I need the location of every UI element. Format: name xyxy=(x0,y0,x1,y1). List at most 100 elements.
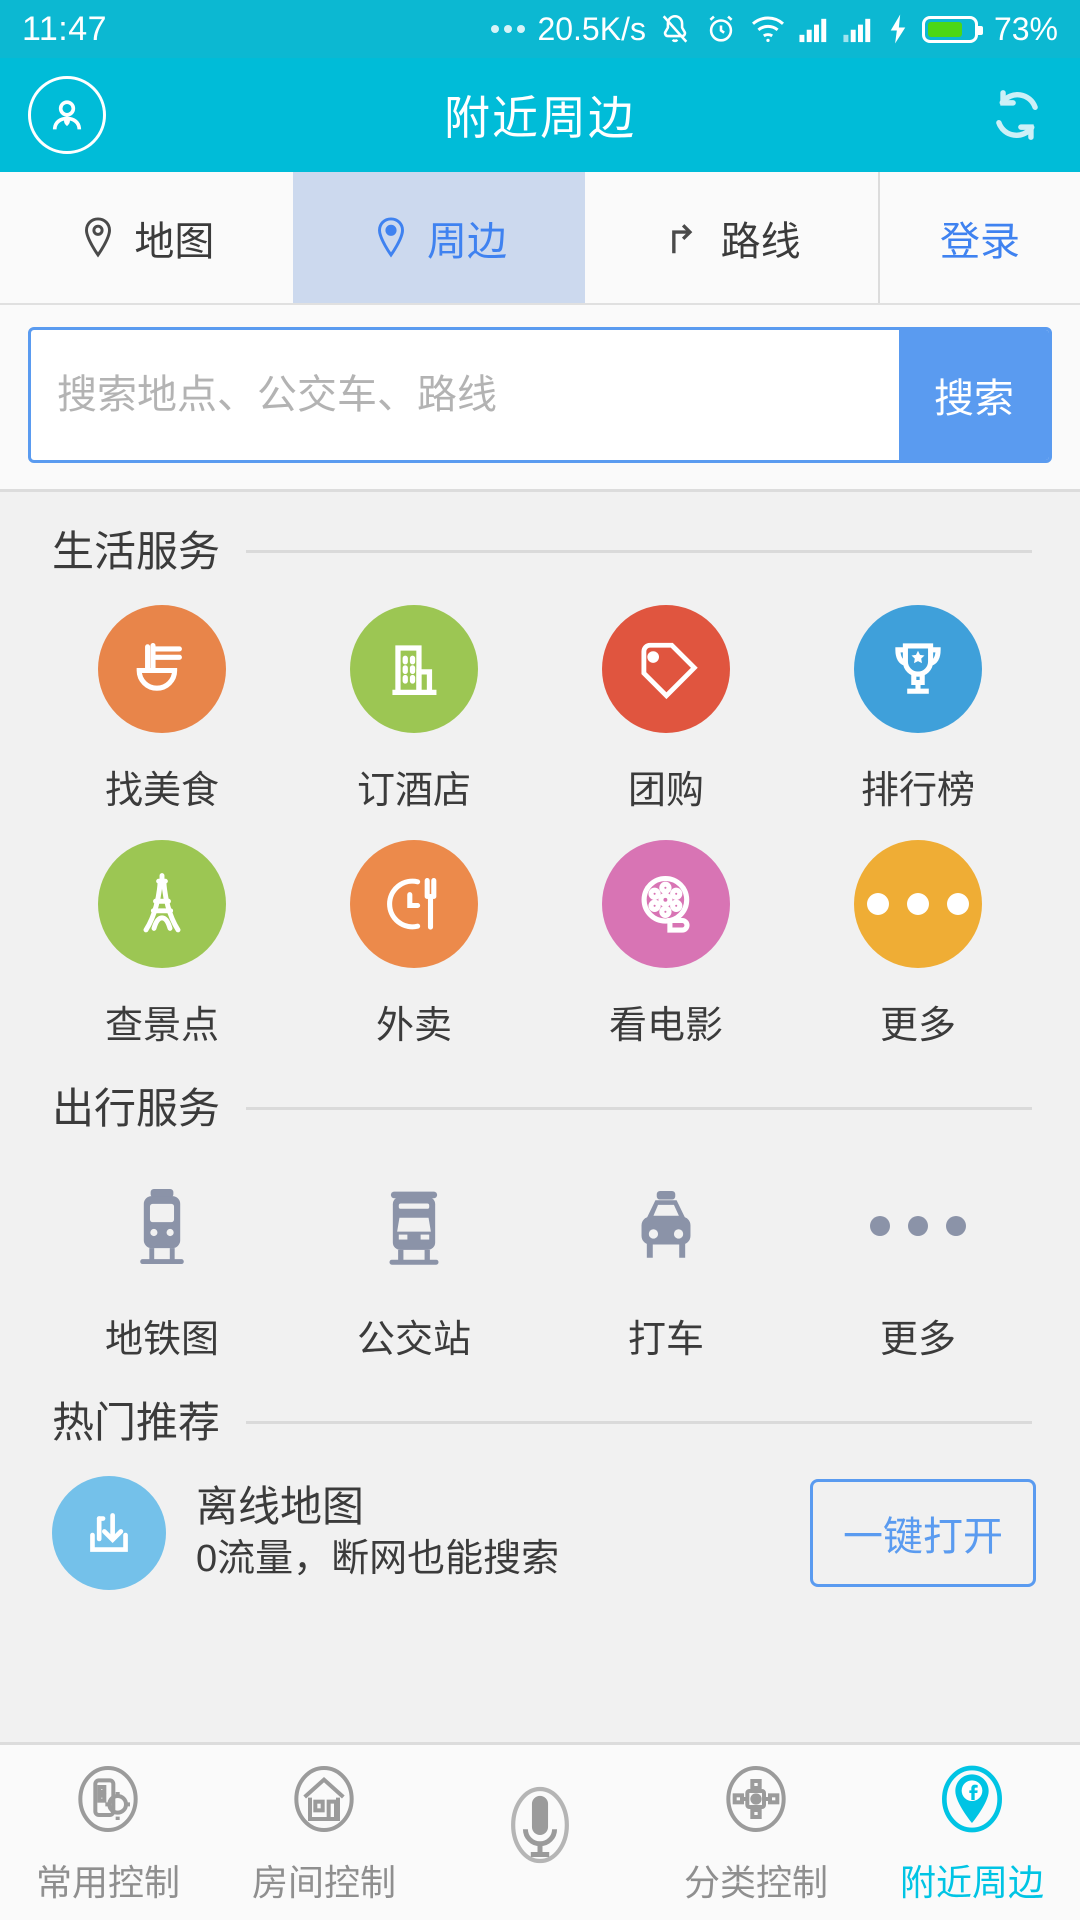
taxi-car-icon xyxy=(622,1162,710,1290)
noodle-bowl-icon xyxy=(98,605,226,733)
nav-item-common-control[interactable]: 常用控制 xyxy=(0,1759,216,1906)
grid-item-label: 团购 xyxy=(627,770,704,812)
tab-map-label: 地图 xyxy=(134,219,215,264)
signal-1-icon xyxy=(798,14,830,44)
search-button[interactable]: 搜索 xyxy=(899,330,1049,460)
tab-route-label: 路线 xyxy=(720,219,801,264)
microphone-icon xyxy=(494,1779,586,1876)
grid-item-movie[interactable]: 看电影 xyxy=(540,840,792,1049)
grid-item-label: 排行榜 xyxy=(860,770,975,812)
nav-item-voice[interactable] xyxy=(432,1779,648,1886)
tab-login-label: 登录 xyxy=(940,219,1021,264)
offline-map-subtitle: 0流量，断网也能搜索 xyxy=(196,1538,560,1581)
search-input[interactable] xyxy=(31,330,899,460)
tab-bar: 地图 周边 路线 登录 xyxy=(0,172,1080,305)
grid-item-label: 查景点 xyxy=(104,1005,219,1047)
location-pin-icon xyxy=(371,215,411,261)
tab-nearby[interactable]: 周边 xyxy=(292,172,586,303)
grid-item-ranking[interactable]: 排行榜 xyxy=(792,605,1044,814)
grid-item-more-life[interactable]: 更多 xyxy=(792,840,1044,1049)
grid-item-label: 公交站 xyxy=(356,1319,471,1361)
grid-item-label: 打车 xyxy=(627,1319,704,1361)
subway-train-icon xyxy=(123,1162,201,1290)
clock-fork-icon xyxy=(350,840,478,968)
grid-item-label: 订酒店 xyxy=(356,770,471,812)
section-divider xyxy=(246,550,1032,553)
user-avatar-icon[interactable] xyxy=(28,76,106,154)
network-speed: 20.5K/s xyxy=(537,10,646,47)
page-title: 附近周边 xyxy=(444,92,636,144)
status-bar: 11:47 20.5K/s 73% xyxy=(0,0,1080,58)
wifi-icon xyxy=(750,14,786,44)
life-grid-row-1: 找美食 订酒店 团购 排行榜 xyxy=(0,579,1080,814)
grid-item-label: 找美食 xyxy=(104,770,219,812)
section-title: 出行服务 xyxy=(52,1085,221,1132)
tab-route[interactable]: 路线 xyxy=(585,172,878,303)
grid-item-takeout[interactable]: 外卖 xyxy=(288,840,540,1049)
section-title: 生活服务 xyxy=(52,528,221,575)
grid-item-hotel[interactable]: 订酒店 xyxy=(288,605,540,814)
nav-item-label: 分类控制 xyxy=(683,1862,828,1903)
grid-item-label: 看电影 xyxy=(608,1005,723,1047)
nav-item-room-control[interactable]: 房间控制 xyxy=(216,1759,432,1906)
nav-item-label: 房间控制 xyxy=(251,1862,396,1903)
grid-item-subway[interactable]: 地铁图 xyxy=(36,1162,288,1363)
refresh-icon[interactable] xyxy=(982,80,1052,150)
category-nodes-icon xyxy=(716,1759,796,1844)
main-content: 生活服务 找美食 订酒店 团购 排行榜 查景点 外卖 看电影 更多 出行服务 地… xyxy=(0,489,1080,1742)
transport-grid-row-1: 地铁图 公交站 打车 更多 xyxy=(0,1136,1080,1363)
nav-item-nearby[interactable]: 附近周边 xyxy=(864,1759,1080,1906)
charging-bolt-icon xyxy=(886,13,910,45)
offline-download-icon xyxy=(52,1476,166,1590)
nav-item-label: 附近周边 xyxy=(899,1862,1044,1903)
device-settings-icon xyxy=(68,1759,148,1844)
grid-item-groupon[interactable]: 团购 xyxy=(540,605,792,814)
tab-login[interactable]: 登录 xyxy=(878,172,1080,303)
tab-map[interactable]: 地图 xyxy=(0,172,293,303)
search-box: 搜索 xyxy=(28,327,1052,463)
tab-nearby-label: 周边 xyxy=(427,219,507,264)
hotel-building-icon xyxy=(350,605,478,733)
grid-item-label: 更多 xyxy=(879,1319,956,1361)
more-dots-icon xyxy=(870,1162,966,1290)
section-divider xyxy=(246,1107,1032,1110)
app-screen: 11:47 20.5K/s 73% 附近周边 地图 周边 路线 登录 搜索地点、… xyxy=(0,0,1080,1920)
battery-icon xyxy=(921,15,983,43)
grid-item-attraction[interactable]: 查景点 xyxy=(36,840,288,1049)
grid-item-label: 地铁图 xyxy=(104,1319,219,1361)
more-dots-icon xyxy=(491,25,526,33)
nav-item-category-control[interactable]: 分类控制 xyxy=(648,1759,864,1906)
price-tag-icon xyxy=(602,605,730,733)
grid-item-label: 外卖 xyxy=(375,1005,452,1047)
alarm-clock-icon xyxy=(704,11,738,47)
map-pin-icon xyxy=(78,215,118,261)
life-grid-row-2: 查景点 外卖 看电影 更多 xyxy=(0,814,1080,1049)
offline-map-title: 离线地图 xyxy=(196,1482,365,1530)
app-header: 附近周边 xyxy=(0,58,1080,172)
grid-item-busstop[interactable]: 公交站 xyxy=(288,1162,540,1363)
grid-item-taxi[interactable]: 打车 xyxy=(540,1162,792,1363)
route-arrow-icon xyxy=(663,216,705,260)
bottom-nav: 常用控制 房间控制 分类控制 附近周边 xyxy=(0,1742,1080,1920)
search-area: 搜索 xyxy=(0,305,1080,489)
grid-item-more-transport[interactable]: 更多 xyxy=(792,1162,1044,1363)
mute-bell-icon xyxy=(658,11,692,47)
nav-item-label: 常用控制 xyxy=(35,1862,180,1903)
offline-map-text: 离线地图 0流量，断网也能搜索 xyxy=(196,1482,559,1585)
home-room-icon xyxy=(284,1759,364,1844)
trophy-icon xyxy=(854,605,982,733)
film-reel-icon xyxy=(602,840,730,968)
status-time: 11:47 xyxy=(22,9,108,48)
more-dots-icon xyxy=(854,840,982,968)
offline-map-open-button[interactable]: 一键打开 xyxy=(810,1479,1036,1587)
eiffel-tower-icon xyxy=(98,840,226,968)
section-header-transport: 出行服务 xyxy=(0,1049,1080,1136)
location-f-pin-icon xyxy=(932,1759,1012,1844)
status-icons: 20.5K/s 73% xyxy=(491,11,1058,48)
grid-item-label: 更多 xyxy=(879,1005,956,1047)
section-title: 热门推荐 xyxy=(52,1399,221,1446)
grid-item-food[interactable]: 找美食 xyxy=(36,605,288,814)
section-header-hot: 热门推荐 xyxy=(0,1363,1080,1450)
signal-2-icon xyxy=(842,14,874,44)
offline-map-card[interactable]: 离线地图 0流量，断网也能搜索 一键打开 xyxy=(0,1450,1080,1590)
